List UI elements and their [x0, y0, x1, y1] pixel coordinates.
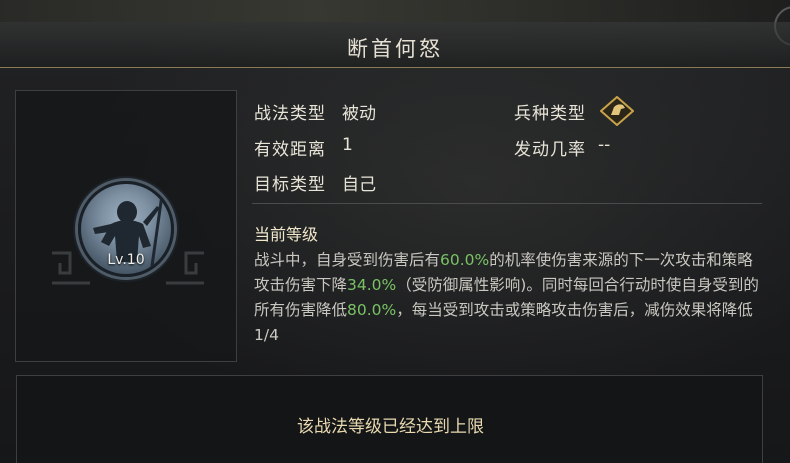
trigger-rate-value: --	[598, 135, 611, 155]
desc-highlight-1: 60.0%	[440, 251, 490, 269]
upgrade-panel: 该战法等级已经达到上限	[16, 375, 763, 463]
target-type-row: 目标类型 自己	[254, 170, 376, 195]
background-strip	[0, 0, 790, 22]
range-value: 1	[342, 135, 353, 155]
tactic-type-label: 战法类型	[254, 104, 326, 124]
title-bar: 断首何怒	[0, 22, 790, 68]
troop-type-label: 兵种类型	[514, 104, 586, 124]
target-type-label: 目标类型	[254, 175, 326, 195]
current-level-title: 当前等级	[254, 225, 319, 244]
range-row: 有效距离 1	[254, 135, 353, 160]
desc-highlight-3: 80.0%	[347, 301, 397, 319]
tactic-type-row: 战法类型 被动	[254, 99, 376, 124]
skill-title: 断首何怒	[347, 37, 443, 61]
desc-highlight-2: 34.0%	[347, 276, 397, 294]
max-level-message: 该战法等级已经达到上限	[297, 417, 484, 437]
troop-type-row: 兵种类型	[514, 99, 586, 124]
divider	[252, 203, 762, 204]
target-type-value: 自己	[342, 175, 376, 195]
skill-detail-panel: 断首何怒 Lv.10 战法类型 被动 有效距离 1 目标类型 自己 兵种类型 发…	[0, 0, 790, 463]
tactic-type-value: 被动	[342, 104, 376, 124]
trigger-rate-row: 发动几率 --	[514, 135, 610, 160]
trigger-rate-label: 发动几率	[514, 140, 586, 160]
desc-text-1: 战斗中，自身受到伤害后有	[254, 251, 441, 269]
range-label: 有效距离	[254, 140, 326, 160]
warrior-portrait-icon: Lv.10	[78, 181, 174, 277]
skill-level-label: Lv.10	[107, 252, 145, 268]
skill-icon-panel: Lv.10	[15, 90, 237, 362]
skill-description: 战斗中，自身受到伤害后有60.0%的机率使伤害来源的下一次攻击和策略攻击伤害下降…	[254, 248, 760, 348]
horse-head-icon	[600, 96, 634, 126]
